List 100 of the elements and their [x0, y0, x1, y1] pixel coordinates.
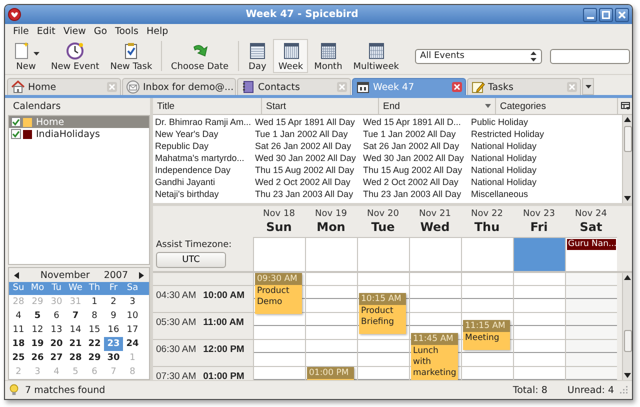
- tab[interactable]: Tasks: [467, 78, 581, 95]
- toolbar-button[interactable]: Day: [242, 39, 272, 73]
- calendar-day[interactable]: 20: [47, 337, 66, 351]
- day-column[interactable]: 09:30 AM Product Demo: [253, 273, 305, 380]
- column-header[interactable]: Categories: [496, 98, 618, 114]
- calendar-item[interactable]: IndiaHolidays: [9, 128, 149, 140]
- calendar-day[interactable]: 15: [85, 323, 104, 337]
- time-label: 12:00 PM: [203, 344, 244, 357]
- table-cell-text: National Holiday: [470, 164, 538, 176]
- timezone-button[interactable]: UTC: [156, 252, 226, 268]
- toolbar-button[interactable]: New Event: [46, 39, 104, 73]
- scrollbar-thumb[interactable]: [624, 126, 632, 152]
- time-label: 11:00 AM: [203, 317, 244, 330]
- day-column[interactable]: 11:15 AM Meeting: [461, 273, 513, 380]
- calendar-day[interactable]: 9: [104, 309, 123, 323]
- total-count: Total: 8: [512, 384, 548, 396]
- day-column[interactable]: [565, 273, 617, 380]
- column-header[interactable]: End: [379, 98, 496, 114]
- calendar-event[interactable]: 11:15 AM Meeting: [463, 320, 510, 350]
- close-icon: [618, 10, 626, 18]
- day-date: Nov 23: [523, 209, 555, 219]
- app-icon: [8, 8, 21, 21]
- calendar-event[interactable]: 09:30 AM Product Demo: [255, 273, 302, 314]
- minimize-button[interactable]: [583, 8, 597, 22]
- menu-item[interactable]: Help: [142, 26, 172, 36]
- table-cell-text: National Holiday: [470, 140, 538, 152]
- calendar-day[interactable]: 29: [85, 351, 104, 365]
- calendar-day[interactable]: 13: [47, 323, 66, 337]
- menu-item[interactable]: Tools: [111, 26, 142, 36]
- all-day-event[interactable]: Guru Nan...: [567, 239, 616, 250]
- calendar-day[interactable]: 26: [28, 351, 47, 365]
- table-cell-text: Thu 23 Jan 2003 All Day: [254, 188, 354, 200]
- next-month-button[interactable]: [137, 272, 146, 278]
- weekday-label: Th: [88, 282, 102, 295]
- tab[interactable]: Contacts: [237, 78, 351, 95]
- calendar-day[interactable]: 6: [47, 309, 66, 323]
- menu-item[interactable]: Edit: [32, 26, 60, 36]
- calendar-icon: [318, 40, 338, 60]
- day-column[interactable]: 11:45 AM Lunch with marketing: [409, 273, 461, 380]
- calendar-day[interactable]: 3: [123, 295, 142, 309]
- day-date: Nov 21: [419, 209, 451, 219]
- calendar-day[interactable]: 12: [28, 323, 47, 337]
- menu-item[interactable]: File: [9, 26, 33, 36]
- calendar-day[interactable]: 25: [9, 351, 28, 365]
- clock-icon: [65, 40, 86, 60]
- day-column[interactable]: [513, 273, 565, 380]
- previous-month-button[interactable]: [12, 272, 21, 278]
- checkbox[interactable]: [11, 129, 21, 139]
- calendar-day[interactable]: 24: [123, 337, 142, 351]
- event-filter-dropdown[interactable]: All Events: [414, 48, 542, 64]
- calendar-day[interactable]: 14: [66, 323, 85, 337]
- toolbar-button[interactable]: Week: [273, 39, 308, 73]
- scrollbar[interactable]: [622, 273, 632, 380]
- calendar-event[interactable]: 10:15 AM Product Briefing: [359, 292, 406, 334]
- close-button[interactable]: [615, 8, 629, 22]
- tab-close-button[interactable]: [452, 82, 462, 92]
- calendar-day[interactable]: 16: [104, 323, 123, 337]
- timezone-label: Assist Timezone:: [156, 240, 233, 250]
- calendar-day[interactable]: 22: [85, 337, 104, 351]
- toolbar-button[interactable]: Choose Date: [166, 39, 234, 73]
- maximize-button[interactable]: [599, 8, 613, 22]
- scrollbar[interactable]: [622, 115, 632, 203]
- menu-item[interactable]: View: [59, 26, 90, 36]
- calendar-day[interactable]: 19: [28, 337, 47, 351]
- menu-item[interactable]: Go: [90, 26, 112, 36]
- house-icon: [11, 80, 25, 94]
- calendar-day[interactable]: 8: [85, 309, 104, 323]
- year-label: 2007: [104, 270, 129, 280]
- calendar-day[interactable]: 21: [66, 337, 85, 351]
- tab-list-button[interactable]: [582, 78, 594, 95]
- column-header[interactable]: Title: [153, 98, 262, 114]
- right-arrow-icon: [139, 272, 144, 278]
- tab[interactable]: Inbox for demo@...: [122, 78, 236, 95]
- column-header[interactable]: Start: [262, 98, 379, 114]
- calendar-day[interactable]: 17: [123, 323, 142, 337]
- toolbar-button[interactable]: New Task: [105, 39, 158, 73]
- table-cell-text: Wed 2 Oct 2002 All Day: [254, 176, 352, 188]
- calendar-day[interactable]: 30: [104, 351, 123, 365]
- table-cell-text: Thu 15 Aug 2002 All Day: [362, 164, 464, 176]
- toolbar-button[interactable]: Multiweek: [348, 39, 404, 73]
- calendar-day[interactable]: 27: [47, 351, 66, 365]
- calendar-day[interactable]: 11: [9, 323, 28, 337]
- tab[interactable]: Home: [7, 78, 121, 95]
- calendar-day[interactable]: 18: [9, 337, 28, 351]
- scrollbar-thumb[interactable]: [624, 330, 632, 352]
- calendar-day[interactable]: 4: [9, 309, 28, 323]
- unread-count: Unread: 4: [567, 384, 614, 396]
- checkbox[interactable]: [11, 117, 21, 127]
- day-column[interactable]: 10:15 AM Product Briefing: [357, 273, 409, 380]
- search-field[interactable]: [550, 48, 630, 64]
- calendar-day[interactable]: 2: [104, 295, 123, 309]
- toolbar-button[interactable]: Month: [309, 39, 348, 73]
- calendar-day[interactable]: 7: [66, 309, 85, 323]
- calendar-day[interactable]: 1: [85, 295, 104, 309]
- toolbar-button[interactable]: New: [7, 39, 45, 73]
- calendar-day[interactable]: 5: [28, 309, 47, 323]
- day-name: Tue: [371, 220, 395, 234]
- calendar-event[interactable]: 11:45 AM Lunch with marketing: [411, 333, 458, 380]
- calendar-day[interactable]: 28: [66, 351, 85, 365]
- calendar-day[interactable]: 10: [123, 309, 142, 323]
